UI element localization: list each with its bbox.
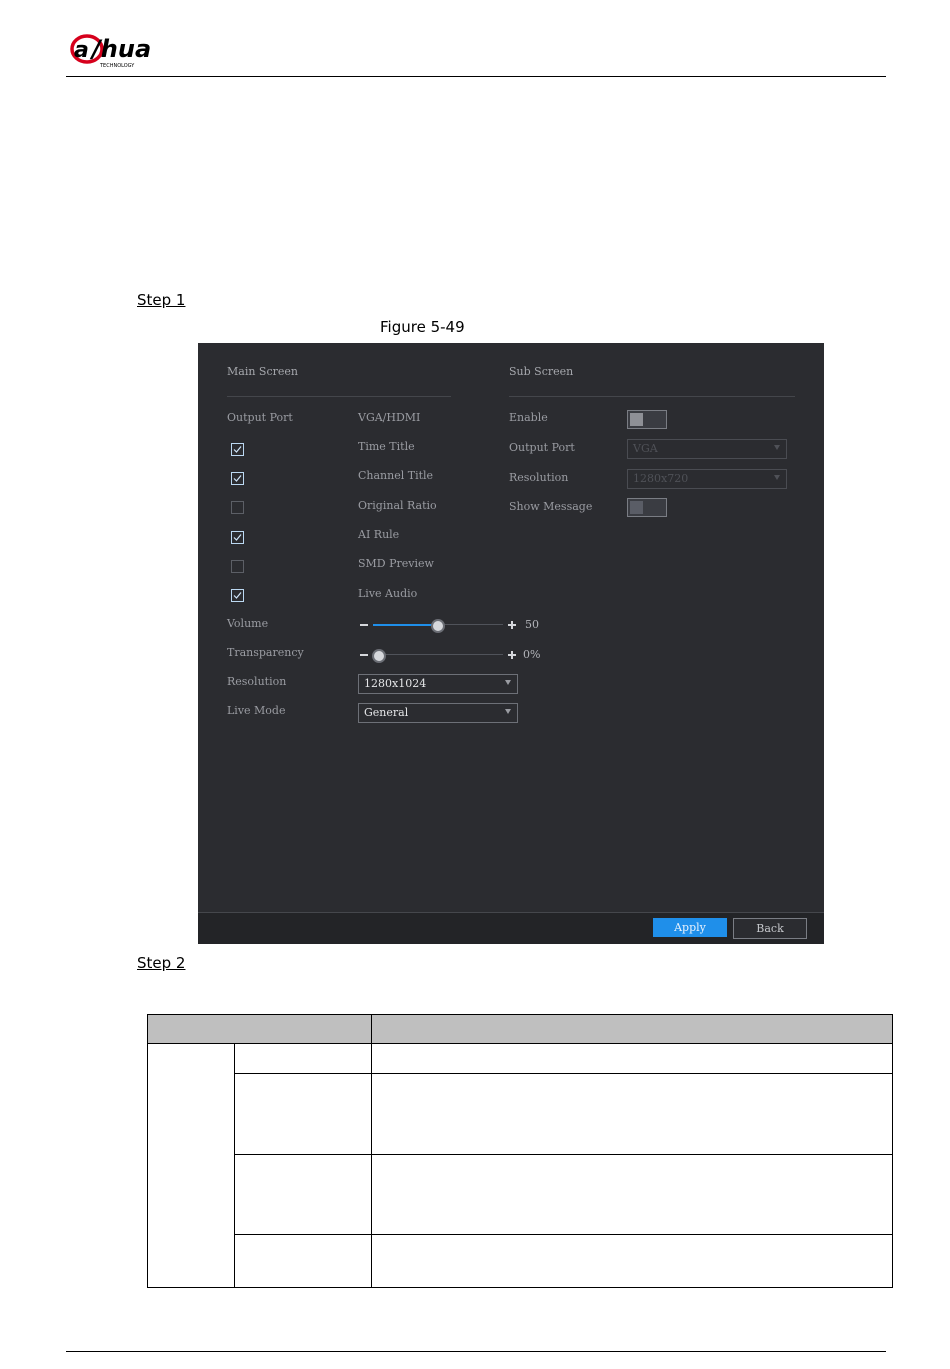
- chevron-down-icon: [774, 475, 780, 480]
- output-port-value: VGA/HDMI: [358, 411, 421, 424]
- table-row: [234, 1073, 893, 1074]
- main-screen-title: Main Screen: [227, 365, 298, 378]
- table-row: [234, 1154, 893, 1155]
- main-screen-divider: [227, 396, 451, 397]
- sub-enable-toggle[interactable]: [627, 410, 667, 429]
- transparency-slider-track[interactable]: [373, 654, 503, 655]
- chevron-down-icon: [505, 680, 511, 685]
- live-mode-select[interactable]: General: [358, 703, 518, 723]
- live-mode-select-value: General: [364, 706, 409, 719]
- apply-button[interactable]: Apply: [653, 918, 727, 937]
- live-mode-label: Live Mode: [227, 704, 286, 717]
- volume-decrease-icon[interactable]: [360, 624, 368, 626]
- chevron-down-icon: [774, 445, 780, 450]
- output-port-label: Output Port: [227, 411, 293, 424]
- sub-resolution-select[interactable]: 1280x720: [627, 469, 787, 489]
- svg-text:/hua: /hua: [89, 35, 151, 63]
- volume-label: Volume: [227, 617, 269, 630]
- brand-logo: a /hua TECHNOLOGY: [70, 33, 185, 71]
- live-audio-label: Live Audio: [358, 587, 418, 600]
- sub-screen-title: Sub Screen: [509, 365, 574, 378]
- header-rule: [66, 76, 886, 77]
- show-message-toggle[interactable]: [627, 498, 667, 517]
- sub-enable-label: Enable: [509, 411, 548, 424]
- parameter-table-header: [147, 1014, 893, 1044]
- transparency-slider-knob[interactable]: [372, 649, 386, 663]
- step-2-label: Step 2: [137, 954, 186, 972]
- transparency-value: 0%: [523, 648, 541, 661]
- panel-footer-bar: [198, 912, 824, 944]
- back-button[interactable]: Back: [733, 918, 807, 939]
- sub-resolution-value: 1280x720: [633, 472, 689, 485]
- live-audio-checkbox[interactable]: [231, 589, 244, 602]
- sub-resolution-label: Resolution: [509, 471, 569, 484]
- time-title-label: Time Title: [358, 440, 415, 453]
- sub-output-port-select[interactable]: VGA: [627, 439, 787, 459]
- time-title-checkbox[interactable]: [231, 443, 244, 456]
- volume-value: 50: [525, 618, 539, 631]
- smd-preview-checkbox[interactable]: [231, 560, 244, 573]
- sub-output-port-label: Output Port: [509, 441, 575, 454]
- sub-output-port-value: VGA: [633, 442, 658, 455]
- svg-text:a: a: [74, 38, 89, 63]
- table-col-divider-2: [371, 1043, 372, 1288]
- sub-screen-divider: [509, 396, 795, 397]
- original-ratio-checkbox[interactable]: [231, 501, 244, 514]
- table-row: [234, 1234, 893, 1235]
- chevron-down-icon: [505, 709, 511, 714]
- display-settings-panel: Main Screen Sub Screen Output Port VGA/H…: [198, 343, 824, 944]
- smd-preview-label: SMD Preview: [358, 557, 434, 570]
- show-message-label: Show Message: [509, 500, 593, 513]
- table-header-divider: [371, 1014, 372, 1044]
- volume-slider-knob[interactable]: [431, 619, 445, 633]
- svg-text:TECHNOLOGY: TECHNOLOGY: [99, 63, 135, 69]
- ai-rule-label: AI Rule: [358, 528, 400, 541]
- channel-title-checkbox[interactable]: [231, 472, 244, 485]
- footer-rule: [66, 1351, 886, 1352]
- volume-slider-fill: [373, 624, 437, 626]
- step-1-label: Step 1: [137, 291, 186, 309]
- ai-rule-checkbox[interactable]: [231, 531, 244, 544]
- table-col-divider-1: [234, 1043, 235, 1288]
- figure-caption: Figure 5-49: [380, 318, 465, 336]
- resolution-select-value: 1280x1024: [364, 677, 427, 690]
- resolution-label: Resolution: [227, 675, 287, 688]
- resolution-select[interactable]: 1280x1024: [358, 674, 518, 694]
- transparency-decrease-icon[interactable]: [360, 654, 368, 656]
- transparency-label: Transparency: [227, 646, 304, 659]
- original-ratio-label: Original Ratio: [358, 499, 437, 512]
- channel-title-label: Channel Title: [358, 469, 434, 482]
- parameter-table: [147, 1043, 893, 1288]
